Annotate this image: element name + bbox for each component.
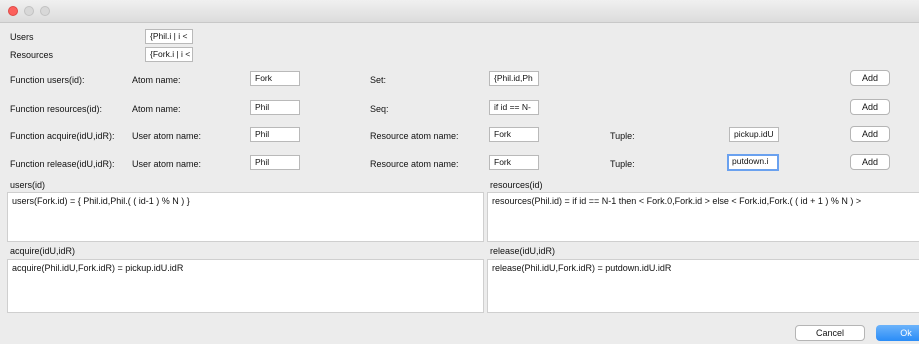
users-pane-title: users(id) xyxy=(10,180,46,190)
acquire-resource-atom-field[interactable]: Fork xyxy=(489,127,539,142)
acquire-tuple-field[interactable]: pickup.idU xyxy=(729,127,779,142)
resources-atom-name-label: Atom name: xyxy=(132,104,181,114)
set-field[interactable]: {Phil.id,Ph xyxy=(489,71,539,86)
release-user-atom-field[interactable]: Phil xyxy=(250,155,300,170)
seq-field[interactable]: if id == N- xyxy=(489,100,539,115)
resources-field[interactable]: {Fork.i | i < xyxy=(145,47,193,62)
acquire-tuple-label: Tuple: xyxy=(610,131,635,141)
release-user-atom-label: User atom name: xyxy=(132,159,202,169)
release-resource-atom-label: Resource atom name: xyxy=(370,159,459,169)
acquire-user-atom-field[interactable]: Phil xyxy=(250,127,300,142)
users-add-button[interactable]: Add xyxy=(850,70,890,86)
resources-atom-name-field[interactable]: Phil xyxy=(250,100,300,115)
resources-add-button[interactable]: Add xyxy=(850,99,890,115)
release-pane-title: release(idU,idR) xyxy=(490,246,556,256)
release-tuple-field[interactable]: putdown.i xyxy=(727,154,779,171)
release-tuple-label: Tuple: xyxy=(610,159,635,169)
users-field[interactable]: {Phil.i | i < xyxy=(145,29,193,44)
window-titlebar xyxy=(0,0,919,23)
resources-definition-area[interactable]: resources(Phil.id) = if id == N-1 then <… xyxy=(487,192,919,242)
function-resources-label: Function resources(id): xyxy=(10,104,103,114)
seq-label: Seq: xyxy=(370,104,389,114)
close-window-button[interactable] xyxy=(8,6,18,16)
acquire-pane-title: acquire(idU,idR) xyxy=(10,246,76,256)
zoom-window-button[interactable] xyxy=(40,6,50,16)
acquire-resource-atom-label: Resource atom name: xyxy=(370,131,459,141)
function-users-label: Function users(id): xyxy=(10,75,85,85)
cancel-button[interactable]: Cancel xyxy=(795,325,865,341)
users-atom-name-label: Atom name: xyxy=(132,75,181,85)
set-label: Set: xyxy=(370,75,387,85)
resources-label: Resources xyxy=(10,50,54,60)
release-add-button[interactable]: Add xyxy=(850,154,890,170)
function-release-label: Function release(idU,idR): xyxy=(10,159,115,169)
release-definition-area[interactable]: release(Phil.idU,Fork.idR) = putdown.idU… xyxy=(487,259,919,313)
resources-pane-title: resources(id) xyxy=(490,180,543,190)
acquire-definition-area[interactable]: acquire(Phil.idU,Fork.idR) = pickup.idU.… xyxy=(7,259,484,313)
users-atom-name-field[interactable]: Fork xyxy=(250,71,300,86)
users-label: Users xyxy=(10,32,34,42)
acquire-user-atom-label: User atom name: xyxy=(132,131,202,141)
minimize-window-button[interactable] xyxy=(24,6,34,16)
users-definition-area[interactable]: users(Fork.id) = { Phil.id,Phil.( ( id-1… xyxy=(7,192,484,242)
release-resource-atom-field[interactable]: Fork xyxy=(489,155,539,170)
function-acquire-label: Function acquire(idU,idR): xyxy=(10,131,115,141)
acquire-add-button[interactable]: Add xyxy=(850,126,890,142)
ok-button[interactable]: Ok xyxy=(876,325,919,341)
